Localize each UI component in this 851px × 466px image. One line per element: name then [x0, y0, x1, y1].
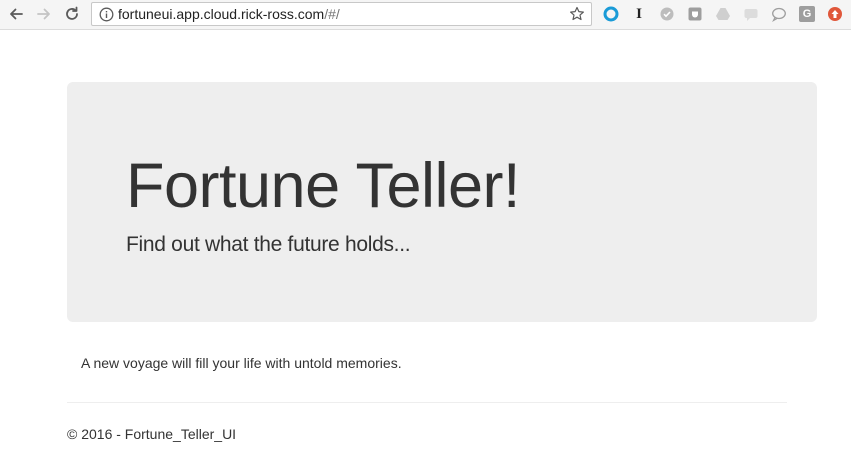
instapaper-extension-icon[interactable]: I: [630, 5, 648, 23]
page-title: Fortune Teller!: [126, 151, 521, 221]
address-bar[interactable]: fortuneui.app.cloud.rick-ross.com/#/: [91, 2, 592, 26]
google-extension-icon[interactable]: G: [798, 5, 816, 23]
browser-toolbar: fortuneui.app.cloud.rick-ross.com/#/ I G: [0, 0, 851, 30]
jumbotron: Fortune Teller! Find out what the future…: [67, 82, 817, 322]
speech-bubble-extension-icon[interactable]: [770, 5, 788, 23]
pocket-extension-icon[interactable]: [686, 5, 704, 23]
chat-extension-icon[interactable]: [742, 5, 760, 23]
back-arrow-icon: [10, 8, 23, 20]
blue-ring-extension-icon[interactable]: [602, 5, 620, 23]
footer-divider: [67, 402, 787, 403]
url-path: /#/: [324, 6, 340, 22]
check-circle-extension-icon[interactable]: [658, 5, 676, 23]
instapaper-extension-label: I: [636, 5, 642, 22]
star-icon[interactable]: [569, 6, 585, 22]
back-button[interactable]: [6, 4, 26, 24]
forward-button[interactable]: [34, 4, 54, 24]
page-subtitle: Find out what the future holds...: [126, 233, 411, 256]
url-text: fortuneui.app.cloud.rick-ross.com/#/: [118, 6, 340, 23]
upload-extension-icon[interactable]: [826, 5, 844, 23]
forward-arrow-icon: [37, 8, 50, 20]
fortune-text: A new voyage will fill your life with un…: [81, 355, 402, 371]
reload-icon: [66, 6, 78, 20]
info-icon[interactable]: [99, 7, 114, 22]
footer-copyright: © 2016 - Fortune_Teller_UI: [67, 426, 237, 442]
reload-button[interactable]: [62, 4, 82, 24]
google-extension-label: G: [799, 6, 815, 22]
drive-extension-icon[interactable]: [714, 5, 732, 23]
url-host: fortuneui.app.cloud.rick-ross.com: [118, 6, 325, 22]
